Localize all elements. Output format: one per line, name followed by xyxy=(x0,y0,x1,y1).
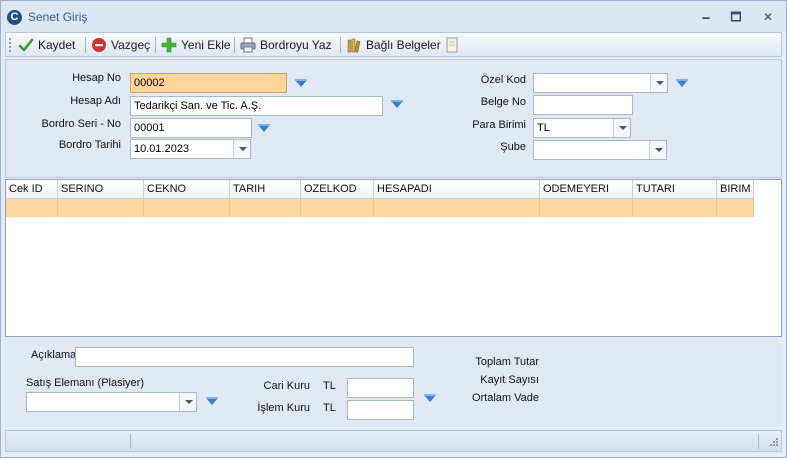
chevron-down-icon[interactable] xyxy=(613,119,630,137)
bordro-tarihi-value: 10.01.2023 xyxy=(134,143,190,155)
close-button[interactable]: ✕ xyxy=(760,10,776,24)
para-birimi-value: TL xyxy=(537,122,550,134)
document-icon[interactable] xyxy=(444,37,460,53)
title-bar: C Senet Giriş 🗕 🗖 ✕ xyxy=(1,1,786,32)
sube-select[interactable] xyxy=(533,140,667,160)
app-logo-icon: C xyxy=(7,10,22,25)
bordro-seri-no-filter-icon[interactable] xyxy=(257,124,271,134)
cari-kuru-label: Cari Kuru xyxy=(263,380,310,392)
header-form-panel: Hesap No 00002 Hesap Adı Tedarikçi San. … xyxy=(5,59,782,178)
print-button[interactable]: Bordroyu Yaz xyxy=(240,35,332,55)
bordro-seri-no-input[interactable]: 00001 xyxy=(130,118,252,138)
hesap-no-filter-icon[interactable] xyxy=(294,79,308,89)
cancel-icon xyxy=(91,37,107,53)
attachments-button[interactable]: Bağlı Belgeler xyxy=(346,35,441,55)
table-cell[interactable] xyxy=(230,199,301,217)
ozel-kod-label: Özel Kod xyxy=(480,74,526,86)
cari-kuru-currency: TL xyxy=(323,380,336,392)
table-cell[interactable] xyxy=(144,199,230,217)
plasiyer-label: Satış Elemanı (Plasiyer) xyxy=(26,377,144,389)
save-button[interactable]: Kaydet xyxy=(18,35,75,55)
column-header-tutari[interactable]: TUTARI xyxy=(633,180,717,199)
kur-filter-icon[interactable] xyxy=(423,394,437,404)
cari-kuru-input[interactable] xyxy=(347,378,414,398)
cheque-grid[interactable]: Cek ID SERINO CEKNO TARIH OZELKOD HESAPA… xyxy=(5,179,782,337)
chevron-down-icon[interactable] xyxy=(233,140,250,158)
plus-icon xyxy=(161,37,177,53)
column-header-cekno[interactable]: CEKNO xyxy=(144,180,230,199)
table-cell[interactable] xyxy=(58,199,144,217)
resize-grip-icon[interactable] xyxy=(767,437,779,449)
toolbar-separator xyxy=(155,37,156,53)
para-birimi-select[interactable]: TL xyxy=(533,118,631,138)
senet-giris-window: C Senet Giriş 🗕 🗖 ✕ Kaydet Vazgeç Yeni E… xyxy=(0,0,787,458)
toolbar: Kaydet Vazgeç Yeni Ekle Bordroyu Yaz Bağ… xyxy=(5,32,782,57)
cancel-button[interactable]: Vazgeç xyxy=(91,35,150,55)
hesap-no-input[interactable]: 00002 xyxy=(130,73,287,93)
footer-form-panel: Açıklama Satış Elemanı (Plasiyer) Cari K… xyxy=(5,339,782,427)
column-header-cek-id[interactable]: Cek ID xyxy=(6,180,58,199)
new-button[interactable]: Yeni Ekle xyxy=(161,35,231,55)
table-cell[interactable] xyxy=(6,199,58,217)
aciklama-input[interactable] xyxy=(75,347,414,367)
islem-kuru-currency: TL xyxy=(323,402,336,414)
status-separator xyxy=(758,434,759,449)
maximize-button[interactable]: 🗖 xyxy=(728,10,744,24)
cancel-label: Vazgeç xyxy=(111,38,151,52)
ozel-kod-filter-icon[interactable] xyxy=(675,79,689,89)
attachments-label: Bağlı Belgeler xyxy=(366,38,441,52)
column-header-birim[interactable]: BIRIM xyxy=(717,180,754,199)
table-row-new[interactable] xyxy=(6,199,754,217)
column-header-ozelkod[interactable]: OZELKOD xyxy=(301,180,374,199)
toolbar-separator xyxy=(234,37,235,53)
hesap-adi-input[interactable]: Tedarikçi San. ve Tic. A.Ş. xyxy=(130,96,383,116)
chevron-down-icon[interactable] xyxy=(649,141,666,159)
hesap-adi-filter-icon[interactable] xyxy=(390,100,404,110)
belge-no-label: Belge No xyxy=(480,96,526,108)
table-cell[interactable] xyxy=(633,199,717,217)
column-header-serino[interactable]: SERINO xyxy=(58,180,144,199)
toolbar-grip[interactable] xyxy=(9,38,12,52)
table-cell[interactable] xyxy=(717,199,754,217)
books-icon xyxy=(346,37,362,53)
new-label: Yeni Ekle xyxy=(181,38,231,52)
column-header-hesapadi[interactable]: HESAPADI xyxy=(374,180,540,199)
printer-icon xyxy=(240,37,256,53)
table-cell[interactable] xyxy=(374,199,540,217)
islem-kuru-input[interactable] xyxy=(347,400,414,420)
toplam-tutar-label: Toplam Tutar xyxy=(475,356,539,368)
checkmark-icon xyxy=(18,37,34,53)
table-cell[interactable] xyxy=(540,199,633,217)
bordro-seri-no-label: Bordro Seri - No xyxy=(41,118,121,130)
status-separator xyxy=(130,434,131,449)
hesap-no-label: Hesap No xyxy=(72,72,121,84)
para-birimi-label: Para Birimi xyxy=(472,119,526,131)
toolbar-separator xyxy=(340,37,341,53)
bordro-tarihi-date-picker[interactable]: 10.01.2023 xyxy=(130,139,251,159)
plasiyer-select[interactable] xyxy=(26,392,197,412)
minimize-button[interactable]: 🗕 xyxy=(698,10,714,24)
sube-label: Şube xyxy=(500,141,526,153)
toolbar-separator xyxy=(85,37,86,53)
window-title: Senet Giriş xyxy=(28,10,88,24)
kayit-sayisi-label: Kayıt Sayısı xyxy=(480,374,539,386)
save-label: Kaydet xyxy=(38,38,76,52)
ozel-kod-select[interactable] xyxy=(533,73,668,93)
hesap-adi-label: Hesap Adı xyxy=(70,95,121,107)
bordro-tarihi-label: Bordro Tarihi xyxy=(58,139,121,151)
ortalam-vade-label: Ortalam Vade xyxy=(471,392,539,404)
islem-kuru-label: İşlem Kuru xyxy=(257,402,310,414)
column-header-tarih[interactable]: TARIH xyxy=(230,180,301,199)
plasiyer-filter-icon[interactable] xyxy=(205,397,219,407)
table-cell[interactable] xyxy=(301,199,374,217)
chevron-down-icon[interactable] xyxy=(179,393,196,411)
chevron-down-icon[interactable] xyxy=(650,74,667,92)
column-header-odemeyeri[interactable]: ODEMEYERI xyxy=(540,180,633,199)
print-label: Bordroyu Yaz xyxy=(260,38,332,52)
belge-no-input[interactable] xyxy=(533,95,633,115)
aciklama-label: Açıklama xyxy=(31,349,77,361)
status-bar xyxy=(5,430,782,452)
